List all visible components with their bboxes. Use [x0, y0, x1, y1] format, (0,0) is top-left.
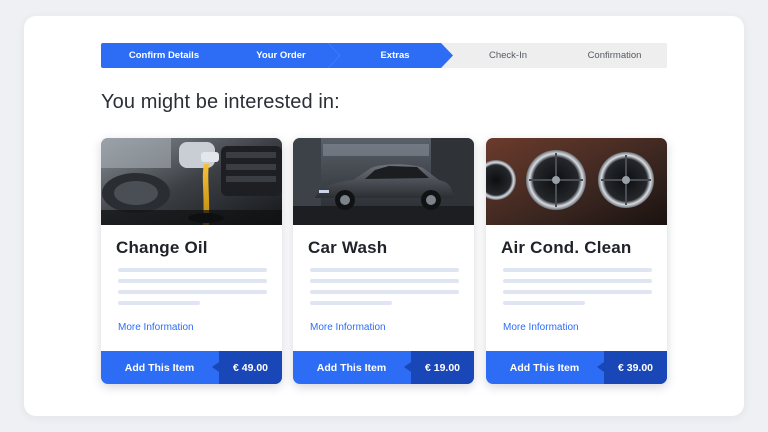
step-label: Check-In — [488, 50, 527, 61]
more-information-link[interactable]: More Information — [118, 322, 194, 333]
add-item-button[interactable]: Add This Item € 49.00 — [101, 351, 282, 384]
text-placeholder-line — [118, 301, 200, 305]
text-placeholder-line — [310, 290, 459, 294]
step-confirm-details[interactable]: Confirm Details — [101, 43, 227, 68]
price-tag: € 49.00 — [219, 351, 282, 384]
text-placeholder-line — [503, 301, 585, 305]
price-tag-notch — [212, 362, 219, 372]
step-your-order[interactable]: Your Order — [214, 43, 340, 68]
step-label: Your Order — [256, 50, 306, 61]
text-placeholder-line — [118, 268, 267, 272]
section-heading: You might be interested in: — [101, 91, 340, 113]
add-item-label: Add This Item — [316, 361, 387, 374]
car-in-wash-bay-photo — [293, 138, 474, 225]
air-vent-photo — [486, 138, 667, 225]
add-item-label: Add This Item — [509, 361, 580, 374]
step-label: Confirmation — [587, 50, 642, 61]
product-card-air-cond-clean: Air Cond. Clean More Information Add Thi… — [486, 138, 667, 384]
price-tag: € 39.00 — [604, 351, 667, 384]
text-placeholder-line — [310, 301, 392, 305]
text-placeholder-line — [118, 290, 267, 294]
add-item-label: Add This Item — [124, 361, 195, 374]
product-card-change-oil: Change Oil More Information Add This Ite… — [101, 138, 282, 384]
step-confirmation[interactable]: Confirmation — [554, 43, 667, 68]
text-placeholder-line — [310, 268, 459, 272]
add-item-button[interactable]: Add This Item € 39.00 — [486, 351, 667, 384]
engine-oil-pour-photo — [101, 138, 282, 225]
step-check-in[interactable]: Check-In — [441, 43, 567, 68]
more-information-link[interactable]: More Information — [503, 322, 579, 333]
text-placeholder-line — [503, 268, 652, 272]
checkout-stepper: Confirm Details Your Order Extras Check-… — [101, 43, 667, 68]
price-tag-notch — [404, 362, 411, 372]
price-tag: € 19.00 — [411, 351, 474, 384]
step-label: Confirm Details — [128, 50, 200, 61]
step-label: Extras — [380, 50, 410, 61]
card-title: Car Wash — [308, 238, 388, 257]
card-title: Change Oil — [116, 238, 208, 257]
price-tag-notch — [597, 362, 604, 372]
text-placeholder-line — [503, 279, 652, 283]
card-title: Air Cond. Clean — [501, 238, 632, 257]
more-information-link[interactable]: More Information — [310, 322, 386, 333]
step-extras[interactable]: Extras — [328, 43, 454, 68]
text-placeholder-line — [310, 279, 459, 283]
text-placeholder-line — [118, 279, 267, 283]
add-item-button[interactable]: Add This Item € 19.00 — [293, 351, 474, 384]
product-card-car-wash: Car Wash More Information Add This Item … — [293, 138, 474, 384]
text-placeholder-line — [503, 290, 652, 294]
